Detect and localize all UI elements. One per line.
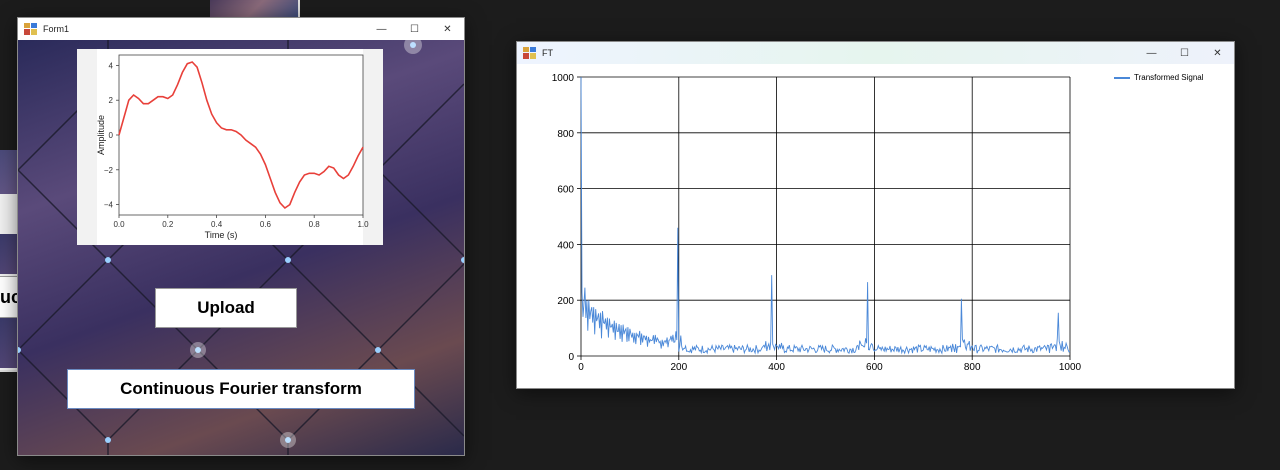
y-tick-label: 1000 [552,73,575,84]
x-axis-label: Time (s) [205,230,238,240]
x-tick-label: 1000 [1059,362,1082,373]
maximize-icon: ☐ [1180,47,1189,59]
x-tick-label: 0.6 [260,220,272,229]
minimize-icon: — [1146,47,1157,59]
amplitude-chart-svg: 0.0 0.2 0.4 0.6 0.8 1.0 4 2 0 −2 −4 Time (s) Amplitu… [96,54,369,240]
y-tick-label: 600 [557,185,574,196]
y-tick-label: 800 [557,129,574,140]
legend-label: Transformed Signal [1134,73,1204,82]
x-tick-label: 0.0 [113,220,125,229]
form1-window: Form1 — ☐ ✕ 0.0 0.2 0.4 0.6 0.8 1.0 4 2 … [17,17,465,456]
legend-swatch [1114,76,1130,79]
x-tick-label: 600 [866,362,883,373]
window-controls: — ☐ ✕ [1135,42,1234,64]
close-icon: ✕ [1213,47,1222,59]
x-tick-label: 0.2 [162,220,174,229]
ft-titlebar[interactable]: FT — ☐ ✕ [517,42,1234,64]
maximize-button[interactable]: ☐ [1168,42,1201,64]
y-tick-label: 400 [557,240,574,251]
close-button[interactable]: ✕ [431,18,464,40]
x-tick-label: 800 [964,362,981,373]
chart-legend: Transformed Signal [1114,73,1204,82]
y-tick-label: 200 [557,296,574,307]
minimize-button[interactable]: — [1135,42,1168,64]
continuous-fourier-transform-button[interactable]: Continuous Fourier transform [67,369,415,409]
transformed-signal-line [580,76,1071,355]
amplitude-plot: 0.0 0.2 0.4 0.6 0.8 1.0 4 2 0 −2 −4 Time (s) Amplitu… [77,49,383,245]
form1-titlebar[interactable]: Form1 — ☐ ✕ [18,18,464,40]
amplitude-series-line [118,61,364,210]
close-button[interactable]: ✕ [1201,42,1234,64]
maximize-icon: ☐ [410,23,419,35]
minimize-button[interactable]: — [365,18,398,40]
x-tick-label: 0.8 [309,220,321,229]
maximize-button[interactable]: ☐ [398,18,431,40]
form1-client-area: 0.0 0.2 0.4 0.6 0.8 1.0 4 2 0 −2 −4 Time (s) Amplitu… [18,40,464,455]
window-title: FT [542,48,553,58]
app-icon [24,23,37,35]
app-icon [523,47,536,59]
x-tick-label: 1.0 [357,220,369,229]
y-tick-label: 0 [109,131,114,140]
upload-button[interactable]: Upload [155,288,297,328]
minimize-icon: — [376,23,387,35]
y-tick-label: −4 [104,201,114,210]
y-tick-label: 2 [109,96,114,105]
ft-chart-svg: 0 200 400 600 800 1000 1000 800 600 400 200 0 [552,73,1082,373]
y-tick-label: −2 [104,166,114,175]
close-icon: ✕ [443,23,452,35]
y-axis-label: Amplitude [96,115,106,155]
x-tick-label: 0.4 [211,220,223,229]
x-tick-label: 0 [578,362,584,373]
x-tick-label: 400 [768,362,785,373]
y-tick-label: 4 [109,61,114,70]
ft-client-area: 0 200 400 600 800 1000 1000 800 600 400 200 0 Trans… [517,64,1234,388]
window-title: Form1 [43,24,70,34]
window-controls: — ☐ ✕ [365,18,464,40]
y-tick-label: 0 [568,352,574,363]
ft-window: FT — ☐ ✕ 0 200 400 600 800 1000 1000 800 600 400 2… [516,41,1235,389]
x-tick-label: 200 [670,362,687,373]
